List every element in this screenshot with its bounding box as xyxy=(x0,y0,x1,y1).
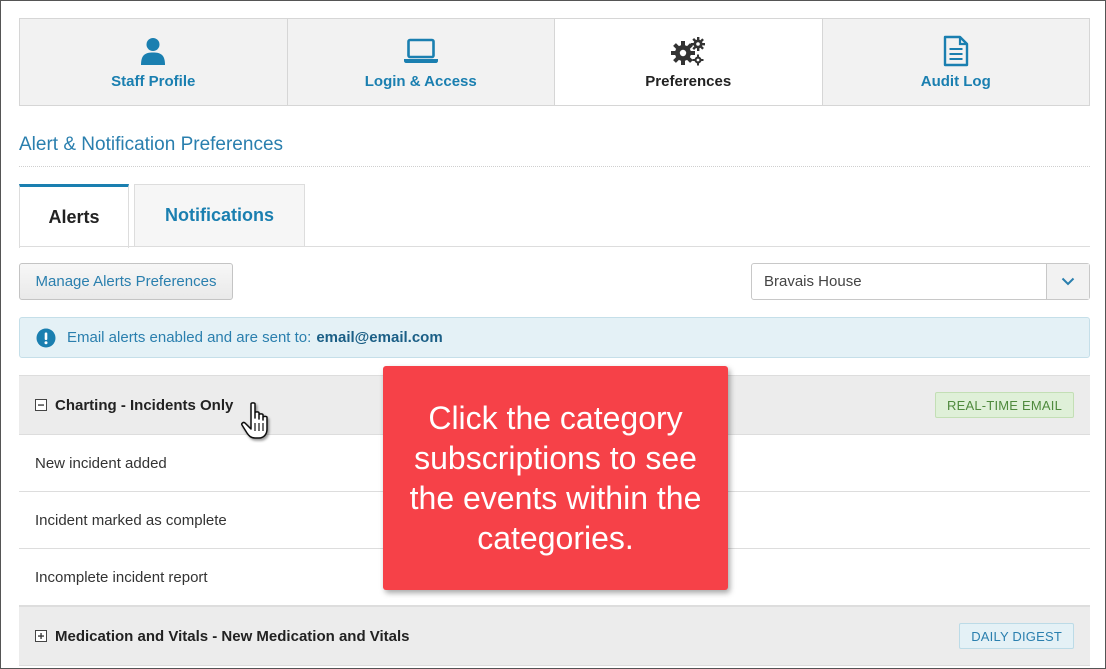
gears-icon xyxy=(670,35,706,67)
tab-alerts[interactable]: Alerts xyxy=(19,184,129,248)
tutorial-callout: Click the category subscriptions to see … xyxy=(383,366,728,590)
nav-tile-staff-profile[interactable]: Staff Profile xyxy=(20,19,288,105)
status-badge-daily-digest: DAILY DIGEST xyxy=(959,623,1074,649)
chevron-down-icon xyxy=(1061,277,1075,286)
location-select[interactable]: Bravais House xyxy=(751,263,1090,300)
expand-icon[interactable] xyxy=(35,630,47,642)
category-name: Charting - Incidents Only xyxy=(55,396,234,414)
location-select-toggle[interactable] xyxy=(1046,264,1089,299)
nav-tile-label: Staff Profile xyxy=(111,72,196,90)
collapse-icon[interactable] xyxy=(35,399,47,411)
divider xyxy=(19,246,1090,247)
laptop-icon xyxy=(403,35,439,67)
top-navigation: Staff Profile Login & Access Preferences… xyxy=(19,18,1090,106)
divider xyxy=(19,166,1090,167)
document-icon xyxy=(943,35,969,67)
nav-tile-label: Login & Access xyxy=(364,72,477,90)
manage-alerts-preferences-button[interactable]: Manage Alerts Preferences xyxy=(19,263,233,300)
nav-tile-label: Preferences xyxy=(645,72,732,90)
user-icon xyxy=(140,35,166,67)
category-row-medication-vitals[interactable]: Medication and Vitals - New Medication a… xyxy=(19,606,1090,666)
nav-tile-audit-log[interactable]: Audit Log xyxy=(822,19,1089,105)
nav-tile-preferences[interactable]: Preferences xyxy=(555,19,823,105)
nav-tile-login-access[interactable]: Login & Access xyxy=(287,19,555,105)
section-title: Alert & Notification Preferences xyxy=(19,134,284,155)
status-badge-realtime-email: REAL-TIME EMAIL xyxy=(935,392,1074,418)
screenshot-frame: Staff Profile Login & Access Preferences… xyxy=(0,0,1106,669)
nav-tile-label: Audit Log xyxy=(920,72,991,90)
alert-email-address: email@email.com xyxy=(316,329,443,346)
location-select-value: Bravais House xyxy=(764,273,862,290)
hand-pointer-icon xyxy=(237,401,275,448)
email-alert-info-bar: Email alerts enabled and are sent to: em… xyxy=(19,317,1090,358)
exclamation-circle-icon xyxy=(36,328,56,348)
info-text: Email alerts enabled and are sent to: xyxy=(67,329,312,346)
category-name: Medication and Vitals - New Medication a… xyxy=(55,627,410,645)
tab-notifications[interactable]: Notifications xyxy=(134,184,305,247)
